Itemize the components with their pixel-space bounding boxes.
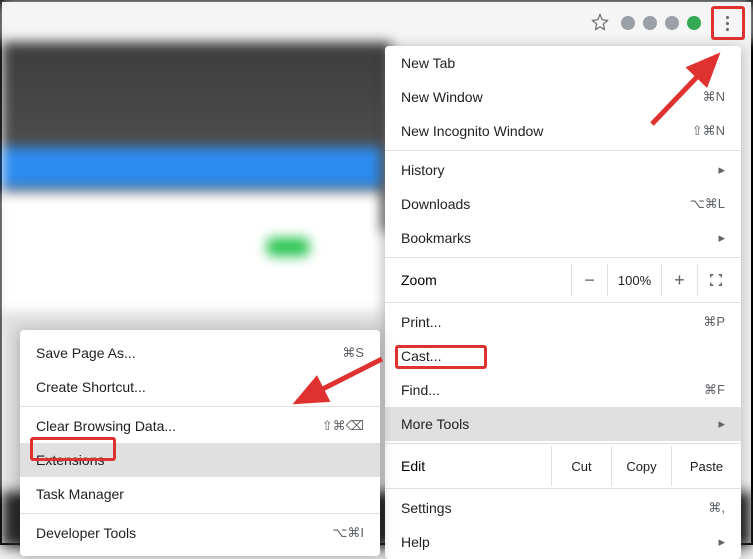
chevron-right-icon: ▸ [718, 230, 725, 246]
chrome-main-menu: New Tab New Window ⌘N New Incognito Wind… [385, 46, 741, 559]
menu-shortcut: ⌘N [703, 89, 725, 105]
menu-separator [385, 257, 741, 258]
menu-new-incognito[interactable]: New Incognito Window ⇧⌘N [385, 114, 741, 148]
menu-label: Cast... [401, 348, 441, 364]
menu-find[interactable]: Find... ⌘F [385, 373, 741, 407]
menu-shortcut: ⇧⌘⌫ [322, 418, 364, 434]
browser-toolbar-right [591, 8, 741, 38]
menu-settings[interactable]: Settings ⌘, [385, 491, 741, 525]
menu-label: Create Shortcut... [36, 379, 146, 395]
menu-downloads[interactable]: Downloads ⌥⌘L [385, 187, 741, 221]
menu-shortcut: ⌘P [703, 314, 725, 330]
menu-label: Clear Browsing Data... [36, 418, 176, 434]
menu-new-tab[interactable]: New Tab [385, 46, 741, 80]
submenu-clear-browsing[interactable]: Clear Browsing Data... ⇧⌘⌫ [20, 409, 380, 443]
extension-icon[interactable] [687, 16, 701, 30]
bookmark-star-icon[interactable] [591, 13, 609, 34]
submenu-create-shortcut[interactable]: Create Shortcut... [20, 370, 380, 404]
menu-edit: Edit Cut Copy Paste [385, 446, 741, 486]
menu-label: Edit [401, 458, 551, 474]
menu-more-tools[interactable]: More Tools ▸ [385, 407, 741, 441]
submenu-extensions[interactable]: Extensions [20, 443, 380, 477]
menu-bookmarks[interactable]: Bookmarks ▸ [385, 221, 741, 255]
menu-label: New Tab [401, 55, 455, 71]
zoom-controls: − 100% + [571, 264, 733, 296]
menu-separator [20, 513, 380, 514]
chevron-right-icon: ▸ [718, 416, 725, 432]
chrome-menu-button[interactable] [713, 9, 741, 37]
zoom-out-button[interactable]: − [571, 264, 607, 296]
menu-separator [385, 302, 741, 303]
fullscreen-button[interactable] [697, 264, 733, 296]
menu-label: More Tools [401, 416, 469, 432]
menu-separator [385, 150, 741, 151]
edit-paste-button[interactable]: Paste [671, 446, 741, 486]
menu-label: Developer Tools [36, 525, 136, 541]
menu-label: Zoom [401, 272, 571, 288]
menu-shortcut: ⌥⌘L [690, 196, 725, 212]
submenu-task-manager[interactable]: Task Manager [20, 477, 380, 511]
menu-label: Downloads [401, 196, 470, 212]
menu-label: New Incognito Window [401, 123, 543, 139]
menu-shortcut: ⌘, [708, 500, 725, 516]
menu-separator [385, 443, 741, 444]
chevron-right-icon: ▸ [718, 162, 725, 178]
menu-label: Extensions [36, 452, 104, 468]
extension-icon[interactable] [665, 16, 679, 30]
zoom-in-button[interactable]: + [661, 264, 697, 296]
menu-label: Settings [401, 500, 452, 516]
menu-print[interactable]: Print... ⌘P [385, 305, 741, 339]
menu-separator [20, 406, 380, 407]
menu-label: Print... [401, 314, 441, 330]
menu-shortcut: ⌥⌘I [332, 525, 364, 541]
extension-icons-group [621, 16, 701, 30]
menu-label: Save Page As... [36, 345, 136, 361]
menu-label: History [401, 162, 445, 178]
menu-cast[interactable]: Cast... [385, 339, 741, 373]
menu-label: Help [401, 534, 430, 550]
menu-separator [385, 488, 741, 489]
menu-help[interactable]: Help ▸ [385, 525, 741, 559]
extension-icon[interactable] [643, 16, 657, 30]
edit-cut-button[interactable]: Cut [551, 446, 611, 486]
extension-icon[interactable] [621, 16, 635, 30]
chevron-right-icon: ▸ [718, 534, 725, 550]
menu-shortcut: ⌘S [342, 345, 364, 361]
menu-shortcut: ⇧⌘N [692, 123, 725, 139]
more-tools-submenu: Save Page As... ⌘S Create Shortcut... Cl… [20, 330, 380, 556]
menu-label: New Window [401, 89, 483, 105]
menu-history[interactable]: History ▸ [385, 153, 741, 187]
menu-shortcut: ⌘F [704, 382, 725, 398]
menu-label: Task Manager [36, 486, 124, 502]
edit-copy-button[interactable]: Copy [611, 446, 671, 486]
zoom-value: 100% [607, 264, 661, 296]
menu-label: Find... [401, 382, 440, 398]
submenu-save-page[interactable]: Save Page As... ⌘S [20, 336, 380, 370]
menu-new-window[interactable]: New Window ⌘N [385, 80, 741, 114]
menu-label: Bookmarks [401, 230, 471, 246]
menu-zoom: Zoom − 100% + [385, 260, 741, 300]
